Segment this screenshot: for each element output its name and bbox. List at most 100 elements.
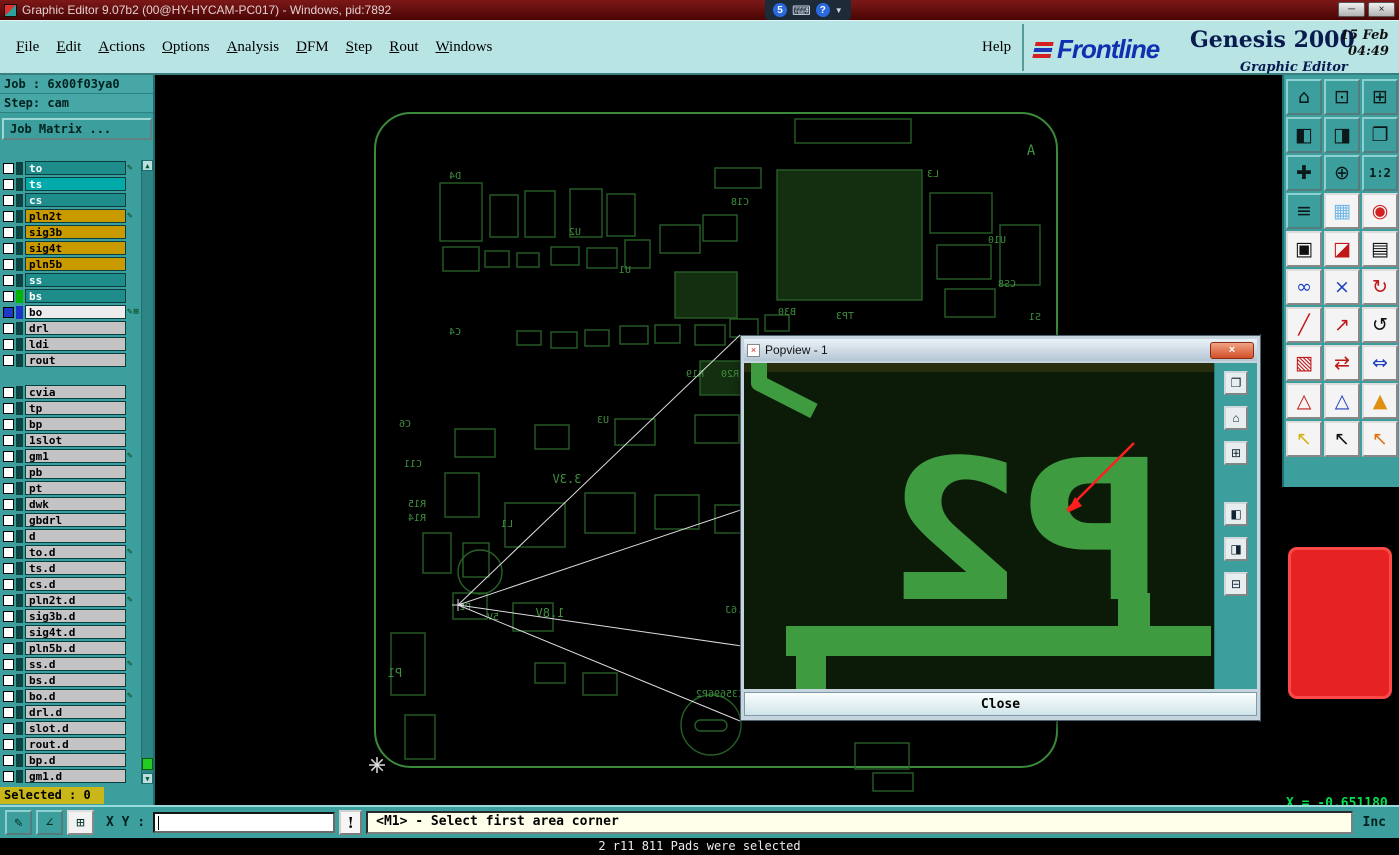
layer-checkbox[interactable] xyxy=(3,626,14,638)
layer-row-dwk[interactable]: dwk xyxy=(0,496,142,512)
layer-checkbox[interactable] xyxy=(3,338,14,350)
layer-row-pb[interactable]: pb xyxy=(0,464,142,480)
layer-checkbox[interactable] xyxy=(3,242,14,254)
keyboard-icon[interactable]: ⌨ xyxy=(792,4,811,17)
triangle-query-button[interactable]: △ xyxy=(1324,383,1360,419)
layer-checkbox[interactable] xyxy=(3,690,14,702)
layer-name[interactable]: gbdrl xyxy=(25,513,126,527)
layer-checkbox[interactable] xyxy=(3,578,14,590)
layer-row-cs[interactable]: cs xyxy=(0,192,142,208)
layer-name[interactable]: sig4t xyxy=(25,241,126,255)
mirror-tool-button[interactable]: ⇔ xyxy=(1362,345,1398,381)
layer-row-cs.d[interactable]: cs.d xyxy=(0,576,142,592)
pointer-yellow-button[interactable]: ↖ xyxy=(1286,421,1322,457)
measure-tool-button[interactable]: ▤ xyxy=(1362,231,1398,267)
layer-scrollbar[interactable]: ▲ ▼ xyxy=(141,160,153,784)
layer-row-gbdrl[interactable]: gbdrl xyxy=(0,512,142,528)
menu-actions[interactable]: Actions xyxy=(98,39,145,56)
job-matrix-button[interactable]: Job Matrix ... xyxy=(2,118,152,140)
layer-row-bp.d[interactable]: bp.d xyxy=(0,752,142,768)
menu-edit[interactable]: Edit xyxy=(56,39,81,56)
draw-pencil-button[interactable]: ✎ xyxy=(5,810,32,835)
pan-right-button[interactable]: ◨ xyxy=(1324,117,1360,153)
triangle-outline-button[interactable]: △ xyxy=(1286,383,1322,419)
layer-name[interactable]: bs.d xyxy=(25,673,126,687)
layer-name[interactable]: bs xyxy=(25,289,126,303)
titlebar[interactable]: Graphic Editor 9.07b2 (00@HY-HYCAM-PC017… xyxy=(0,0,1399,20)
layer-row-gm1.d[interactable]: gm1.d xyxy=(0,768,142,784)
layer-checkbox[interactable] xyxy=(3,194,14,206)
menu-analysis[interactable]: Analysis xyxy=(227,39,280,56)
scroll-thumb[interactable] xyxy=(142,758,153,770)
layer-checkbox[interactable] xyxy=(3,770,14,782)
layer-name[interactable]: dwk xyxy=(25,497,126,511)
layer-row-ss.d[interactable]: ss.d ✎ xyxy=(0,656,142,672)
layer-checkbox[interactable] xyxy=(3,562,14,574)
angle-measure-button[interactable]: ∠ xyxy=(36,810,63,835)
rotate-ccw-button[interactable]: ↺ xyxy=(1362,307,1398,343)
layer-row-cvia[interactable]: cvia xyxy=(0,384,142,400)
layer-checkbox[interactable] xyxy=(3,162,14,174)
window-overview-button[interactable]: ⌂ xyxy=(1286,79,1322,115)
layer-row-pln5b[interactable]: pln5b xyxy=(0,256,142,272)
layer-checkbox[interactable] xyxy=(3,450,14,462)
negative-mode-button[interactable]: ◪ xyxy=(1324,231,1360,267)
layer-row-drl[interactable]: drl xyxy=(0,320,142,336)
popview-close-bar-button[interactable]: Close xyxy=(744,692,1257,716)
layer-name[interactable]: rout xyxy=(25,353,126,367)
pv-pan-left-button[interactable]: ◧ xyxy=(1224,502,1248,526)
layer-row-ts[interactable]: ts xyxy=(0,176,142,192)
zoom-center-button[interactable]: ⊕ xyxy=(1324,155,1360,191)
layer-row-rout[interactable]: rout xyxy=(0,352,142,368)
layer-name[interactable]: drl xyxy=(25,321,126,335)
layer-name[interactable]: pln2t.d xyxy=(25,593,126,607)
language-bar[interactable]: 5 ⌨ ? ▼ xyxy=(765,0,851,20)
help-icon[interactable]: ? xyxy=(815,3,830,17)
layer-checkbox[interactable] xyxy=(3,354,14,366)
layer-row-to.d[interactable]: to.d ✎ xyxy=(0,544,142,560)
layer-row-sig3b[interactable]: sig3b xyxy=(0,224,142,240)
grid-toggle-button[interactable]: ▦ xyxy=(1324,193,1360,229)
layer-row-rout.d[interactable]: rout.d xyxy=(0,736,142,752)
layer-checkbox[interactable] xyxy=(3,290,14,302)
slope-tool-button[interactable]: ╱ xyxy=(1286,307,1322,343)
layer-name[interactable]: bp.d xyxy=(25,753,126,767)
layer-checkbox[interactable] xyxy=(3,546,14,558)
popview-window[interactable]: × Popview - 1 × P2 ❐ ⌂ ⊞ ◧ ◨ ⊟ Close xyxy=(740,335,1261,721)
layer-checkbox[interactable] xyxy=(3,226,14,238)
pointer-orange-button[interactable]: ↖ xyxy=(1362,421,1398,457)
layer-row-pln5b.d[interactable]: pln5b.d xyxy=(0,640,142,656)
display-slider-button[interactable]: ≡ xyxy=(1286,193,1322,229)
grid-snap-button[interactable]: ⊞ xyxy=(67,810,94,835)
popview-close-button[interactable]: × xyxy=(1210,341,1254,359)
rotate-cw-button[interactable]: ↻ xyxy=(1362,269,1398,305)
layer-checkbox[interactable] xyxy=(3,178,14,190)
pointer-black-button[interactable]: ↖ xyxy=(1324,421,1360,457)
layer-name[interactable]: sig4t.d xyxy=(25,625,126,639)
layer-checkbox[interactable] xyxy=(3,658,14,670)
swap-dash-button[interactable]: ⇄ xyxy=(1324,345,1360,381)
layer-name[interactable]: cs xyxy=(25,193,126,207)
layer-name[interactable]: sig3b xyxy=(25,225,126,239)
ime-badge-icon[interactable]: 5 xyxy=(773,3,787,17)
layer-name[interactable]: to.d xyxy=(25,545,126,559)
layer-name[interactable]: ss.d xyxy=(25,657,126,671)
layer-name[interactable]: slot.d xyxy=(25,721,126,735)
layer-checkbox[interactable] xyxy=(3,642,14,654)
layer-name[interactable]: drl.d xyxy=(25,705,126,719)
layer-checkbox[interactable] xyxy=(3,402,14,414)
scroll-down-icon[interactable]: ▼ xyxy=(142,773,153,784)
menu-dfm[interactable]: DFM xyxy=(296,39,329,56)
menu-windows[interactable]: Windows xyxy=(435,39,492,56)
pan-left-button[interactable]: ◧ xyxy=(1286,117,1322,153)
popview-canvas[interactable]: P2 xyxy=(744,357,1214,689)
layer-name[interactable]: ts.d xyxy=(25,561,126,575)
color-mode-button[interactable]: ◉ xyxy=(1362,193,1398,229)
layer-checkbox[interactable] xyxy=(3,610,14,622)
pv-expand-button[interactable]: ⊞ xyxy=(1224,441,1248,465)
pv-pan-right-button[interactable]: ◨ xyxy=(1224,537,1248,561)
pair-tool-button[interactable]: ∞ xyxy=(1286,269,1322,305)
layer-name[interactable]: d xyxy=(25,529,126,543)
layer-name[interactable]: bp xyxy=(25,417,126,431)
layer-checkbox[interactable] xyxy=(3,210,14,222)
